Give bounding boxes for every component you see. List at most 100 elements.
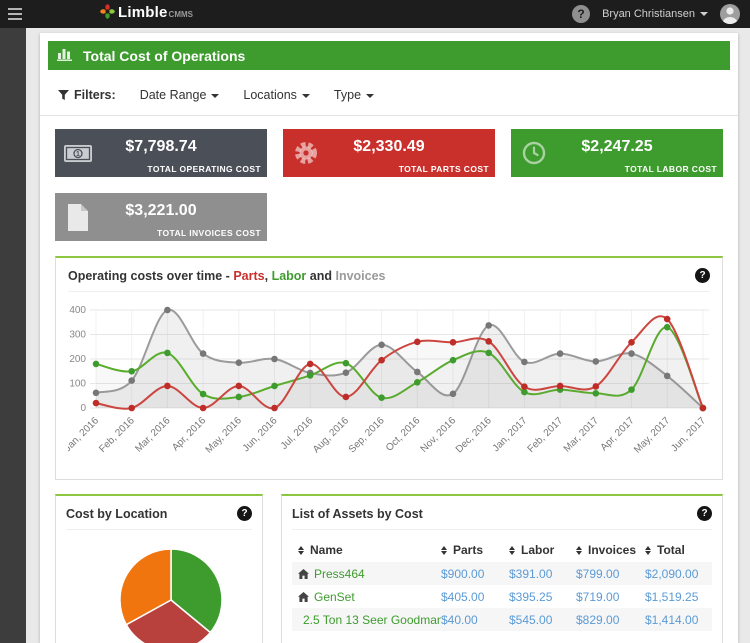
column-header-labor[interactable]: Labor xyxy=(509,543,576,557)
pie-help-icon[interactable]: ? xyxy=(237,506,252,521)
filter-funnel-icon xyxy=(58,90,69,100)
stat-cards: 1 $7,798.74 TOTAL OPERATING COST $2,330.… xyxy=(40,116,738,241)
chart-title: Operating costs over time - Parts, Labor… xyxy=(68,268,386,283)
asset-invoices-value: $829.00 xyxy=(576,612,620,627)
column-label: Invoices xyxy=(588,543,637,557)
column-label: Total xyxy=(657,543,685,557)
limble-flower-icon xyxy=(100,4,115,24)
svg-text:300: 300 xyxy=(69,330,86,341)
stat-value: $3,221.00 xyxy=(125,202,197,219)
assets-help-icon[interactable]: ? xyxy=(697,506,712,521)
asset-labor-value: $391.00 xyxy=(509,566,553,581)
chevron-down-icon xyxy=(211,93,220,98)
stat-value: $7,798.74 xyxy=(125,138,197,155)
svg-text:Jul, 2016: Jul, 2016 xyxy=(279,415,316,452)
bottom-row: Cost by Location ? List of Assets by Cos… xyxy=(55,494,723,643)
table-row: Press464 $900.00 $391.00 $799.00 $2,090.00 xyxy=(292,562,712,585)
asset-labor-value: $395.25 xyxy=(509,589,553,604)
asset-invoices-value: $799.00 xyxy=(576,566,620,581)
column-label: Name xyxy=(310,543,343,557)
sort-icon[interactable] xyxy=(298,545,304,555)
svg-text:Nov, 2016: Nov, 2016 xyxy=(419,415,459,455)
asset-total-value: $1,519.25 xyxy=(645,589,699,604)
brand-suffix: CMMS xyxy=(168,10,193,19)
sort-icon[interactable] xyxy=(509,545,515,555)
stat-label: TOTAL INVOICES COST xyxy=(157,228,261,238)
svg-text:Feb, 2017: Feb, 2017 xyxy=(526,415,566,455)
asset-name-link[interactable]: GenSet xyxy=(314,590,355,604)
column-label: Parts xyxy=(453,543,484,557)
filter-locations[interactable]: Locations xyxy=(243,88,310,102)
table-row: GenSet $405.00 $395.25 $719.00 $1,519.25 xyxy=(292,585,712,608)
hamburger-menu-icon[interactable] xyxy=(0,8,30,20)
filter-date-range[interactable]: Date Range xyxy=(140,88,220,102)
stat-value: $2,330.49 xyxy=(353,138,425,155)
legend-invoices: Invoices xyxy=(335,268,386,283)
svg-text:Jan, 2016: Jan, 2016 xyxy=(68,415,101,454)
assets-title-row: List of Assets by Cost ? xyxy=(292,504,712,530)
svg-text:Mar, 2016: Mar, 2016 xyxy=(133,415,173,455)
stat-total-operating-cost: 1 $7,798.74 TOTAL OPERATING COST xyxy=(55,129,267,177)
pie-title-row: Cost by Location ? xyxy=(66,504,252,530)
svg-text:0: 0 xyxy=(80,403,86,414)
asset-parts-value: $405.00 xyxy=(441,589,485,604)
brand-name: Limble xyxy=(118,4,168,21)
svg-text:Jun, 2016: Jun, 2016 xyxy=(241,415,280,454)
sort-icon[interactable] xyxy=(576,545,582,555)
assets-table: Name Parts Labor Invoices Total Press464 $900.… xyxy=(292,538,712,631)
page-title: Total Cost of Operations xyxy=(83,47,246,64)
asset-total-value: $2,090.00 xyxy=(645,566,699,581)
column-header-invoices[interactable]: Invoices xyxy=(576,543,645,557)
home-icon xyxy=(298,568,309,579)
pie-title: Cost by Location xyxy=(66,506,168,521)
svg-text:Aug, 2016: Aug, 2016 xyxy=(311,415,351,455)
user-menu[interactable]: Bryan Christiansen xyxy=(602,8,708,20)
stat-label: TOTAL OPERATING COST xyxy=(147,164,261,174)
top-navbar: Limble CMMS ? Bryan Christiansen xyxy=(0,0,750,28)
chevron-down-icon xyxy=(366,93,375,98)
cost-by-location-card: Cost by Location ? xyxy=(55,494,263,643)
column-header-total[interactable]: Total xyxy=(645,543,706,557)
table-row: 2.5 Ton 13 Seer Goodman $40.00 $545.00 $829… xyxy=(292,608,712,631)
asset-total-value: $1,414.00 xyxy=(645,612,699,627)
asset-invoices-value: $719.00 xyxy=(576,589,620,604)
svg-text:Jan, 2017: Jan, 2017 xyxy=(491,415,530,454)
filters-bar: Filters: Date Range Locations Type xyxy=(40,78,738,116)
svg-text:Feb, 2016: Feb, 2016 xyxy=(97,415,137,455)
stat-label: TOTAL LABOR COST xyxy=(624,164,717,174)
asset-name-link[interactable]: 2.5 Ton 13 Seer Goodman xyxy=(303,613,441,627)
chart-title-row: Operating costs over time - Parts, Labor… xyxy=(68,266,710,292)
operating-costs-line-chart: 0 100 200 300 400 Jan, 2016Feb, 2016Mar, 2016… xyxy=(62,305,709,456)
svg-text:May, 2016: May, 2016 xyxy=(204,415,245,456)
column-header-name[interactable]: Name xyxy=(298,543,441,557)
avatar[interactable] xyxy=(720,4,740,24)
bar-chart-icon xyxy=(57,47,74,64)
chevron-down-icon xyxy=(301,93,310,98)
user-name: Bryan Christiansen xyxy=(602,8,695,20)
asset-parts-value: $40.00 xyxy=(441,612,478,627)
main-panel: Total Cost of Operations Filters: Date R… xyxy=(40,33,738,643)
limble-logo[interactable]: Limble CMMS xyxy=(100,4,193,24)
column-header-parts[interactable]: Parts xyxy=(441,543,509,557)
stat-total-labor-cost: $2,247.25 TOTAL LABOR COST xyxy=(511,129,723,177)
stat-total-invoices-cost: $3,221.00 TOTAL INVOICES COST xyxy=(55,193,267,241)
stat-value: $2,247.25 xyxy=(581,138,653,155)
asset-labor-value: $545.00 xyxy=(509,612,553,627)
sort-icon[interactable] xyxy=(441,545,447,555)
chevron-down-icon xyxy=(700,12,708,16)
chart-help-icon[interactable]: ? xyxy=(695,268,710,283)
column-label: Labor xyxy=(521,543,555,557)
cost-by-location-pie xyxy=(119,548,223,643)
asset-name-link[interactable]: Press464 xyxy=(314,567,365,581)
sort-icon[interactable] xyxy=(645,545,651,555)
svg-text:Mar, 2017: Mar, 2017 xyxy=(562,415,602,455)
stat-total-parts-cost: $2,330.49 TOTAL PARTS COST xyxy=(283,129,495,177)
navbar-help-icon[interactable]: ? xyxy=(572,5,591,23)
svg-text:Sep, 2016: Sep, 2016 xyxy=(347,415,387,455)
svg-text:400: 400 xyxy=(69,305,86,316)
page-header: Total Cost of Operations xyxy=(48,41,730,70)
svg-text:May, 2017: May, 2017 xyxy=(632,415,673,456)
collapsed-sidebar[interactable] xyxy=(0,28,26,643)
filter-type[interactable]: Type xyxy=(334,88,375,102)
filters-label: Filters: xyxy=(58,88,116,102)
